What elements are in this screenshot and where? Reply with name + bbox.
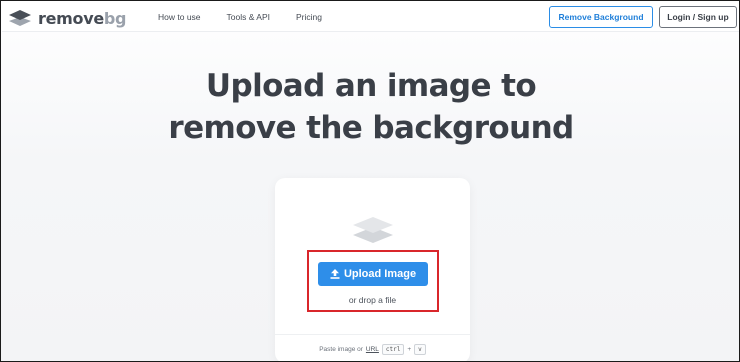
shortcut-key-v: v — [414, 343, 426, 355]
shortcut-key-ctrl: ctrl — [381, 343, 405, 355]
shortcut-plus: + — [407, 345, 412, 353]
upload-image-label: Upload Image — [343, 268, 417, 280]
upload-arrow-icon — [330, 269, 340, 279]
layers-icon — [353, 217, 393, 243]
drop-file-text: or drop a file — [348, 295, 397, 305]
main-nav: How to use Tools & API Pricing — [158, 2, 348, 32]
page-title: Upload an image to remove the background — [1, 65, 739, 149]
layers-icon — [9, 10, 31, 26]
login-signup-button[interactable]: Login / Sign up — [659, 6, 737, 28]
page-title-line-1: Upload an image to — [205, 68, 537, 104]
url-link[interactable]: URL — [366, 346, 379, 353]
remove-background-button[interactable]: Remove Background — [549, 6, 653, 28]
upload-card: Upload Image or drop a file Paste image … — [275, 178, 470, 361]
removebg-logo[interactable]: removebg — [8, 7, 127, 29]
page-title-line-2: remove the background — [168, 110, 574, 146]
nav-how-to-use[interactable]: How to use — [158, 12, 201, 22]
nav-pricing[interactable]: Pricing — [296, 12, 322, 22]
logo-text: removebg — [38, 8, 127, 28]
top-navbar: removebg How to use Tools & API Pricing … — [2, 2, 739, 32]
browser-viewport: removebg How to use Tools & API Pricing … — [0, 0, 740, 362]
logo-text-main: remove — [38, 8, 104, 28]
paste-hint-text: Paste image or — [319, 345, 363, 353]
paste-hint: Paste image or URL ctrl + v — [275, 334, 470, 361]
logo-text-suffix: bg — [103, 8, 127, 28]
nav-tools-api[interactable]: Tools & API — [227, 12, 270, 22]
upload-image-button[interactable]: Upload Image — [318, 262, 428, 286]
